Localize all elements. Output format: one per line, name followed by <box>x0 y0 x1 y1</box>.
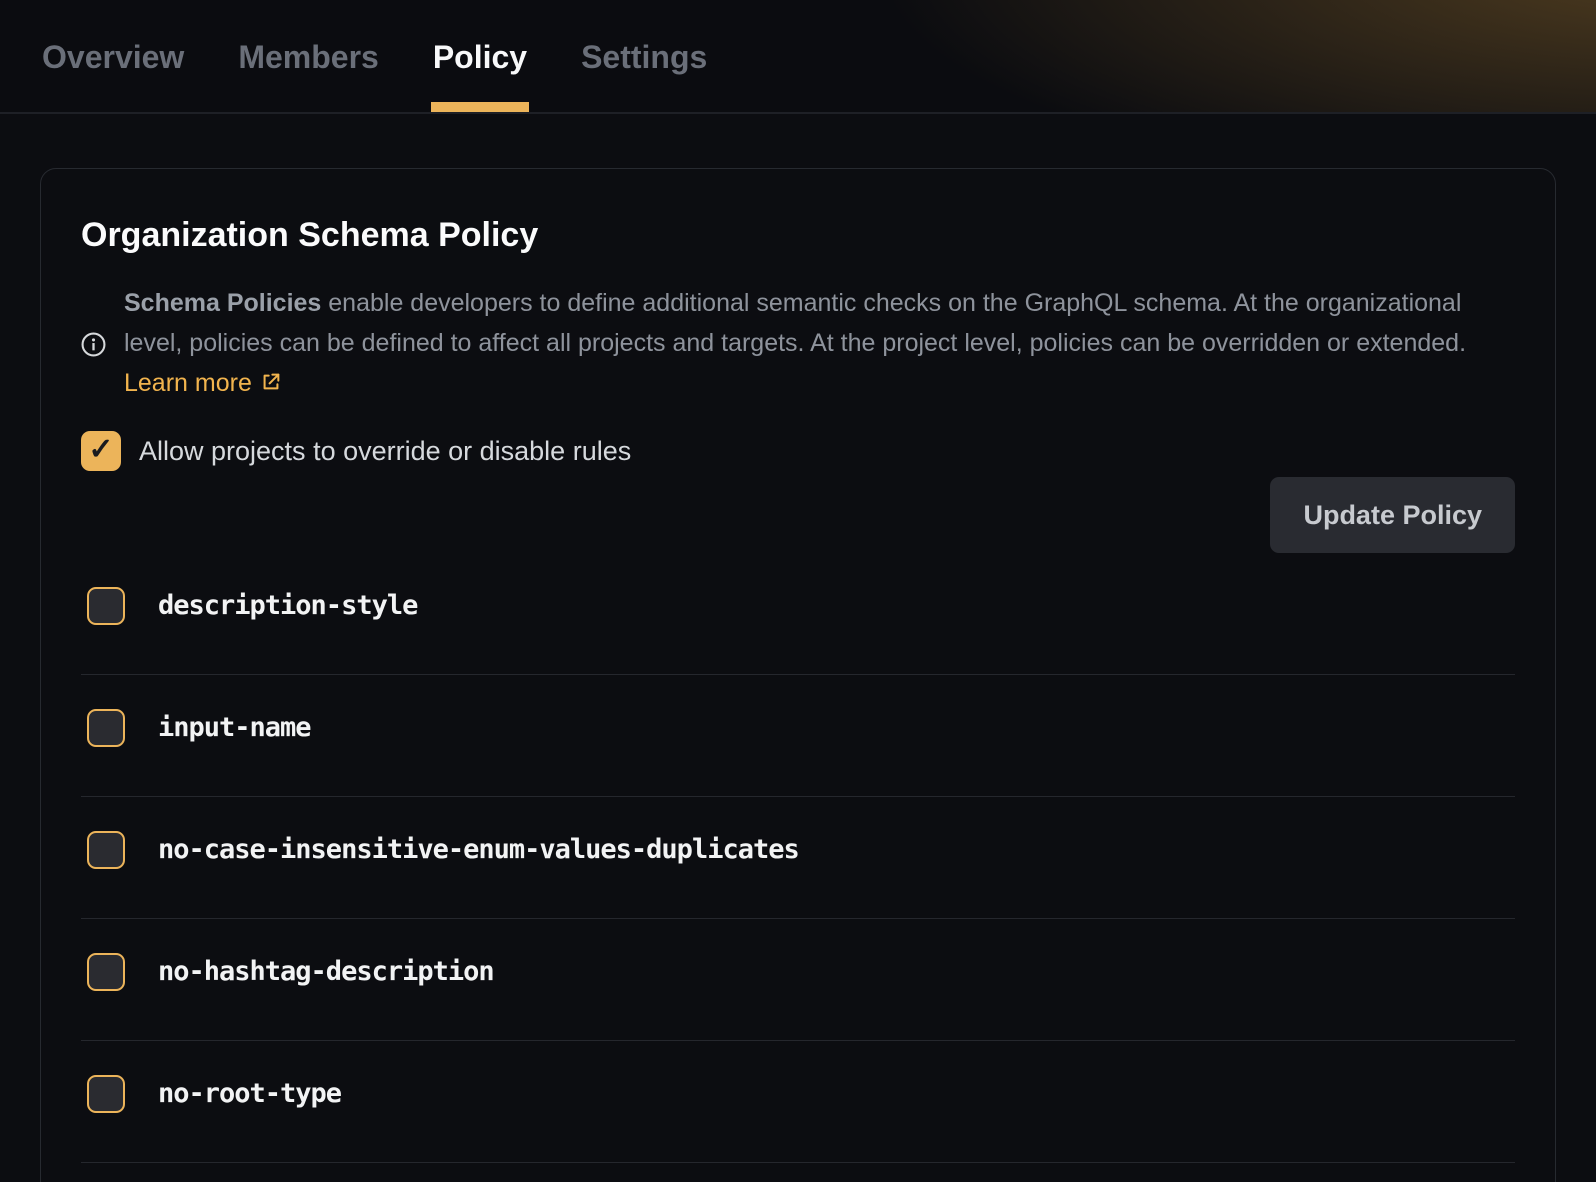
rule-row: no-hashtag-description <box>81 919 1515 1041</box>
info-text-body: enable developers to define additional s… <box>124 289 1466 357</box>
rule-checkbox[interactable] <box>87 1075 125 1113</box>
rule-row: input-name <box>81 675 1515 797</box>
rules-list: description-style input-name no-case-ins… <box>81 553 1515 1163</box>
rule-row: no-root-type <box>81 1041 1515 1163</box>
rule-checkbox[interactable] <box>87 587 125 625</box>
rule-checkbox[interactable] <box>87 709 125 747</box>
tab-members[interactable]: Members <box>238 0 379 112</box>
rule-checkbox[interactable] <box>87 831 125 869</box>
update-policy-button[interactable]: Update Policy <box>1270 477 1515 553</box>
schema-policy-card: Organization Schema Policy Schema Polici… <box>40 168 1556 1182</box>
rule-name: no-case-insensitive-enum-values-duplicat… <box>158 834 799 865</box>
info-note: Schema Policies enable developers to def… <box>81 283 1515 405</box>
allow-override-row: ✓ Allow projects to override or disable … <box>81 431 1515 471</box>
button-row: Update Policy <box>81 477 1515 553</box>
learn-more-label: Learn more <box>124 369 252 397</box>
tab-settings[interactable]: Settings <box>581 0 707 112</box>
rule-name: no-hashtag-description <box>158 956 494 987</box>
allow-override-checkbox[interactable]: ✓ <box>81 431 121 471</box>
allow-override-label: Allow projects to override or disable ru… <box>139 436 631 467</box>
info-icon <box>81 332 106 357</box>
external-link-icon <box>260 365 282 405</box>
main-content: Organization Schema Policy Schema Polici… <box>0 168 1596 1182</box>
rule-checkbox[interactable] <box>87 953 125 991</box>
rule-row: no-case-insensitive-enum-values-duplicat… <box>81 797 1515 919</box>
rule-row: description-style <box>81 553 1515 675</box>
rule-name: no-root-type <box>158 1078 341 1109</box>
info-text-bold: Schema Policies <box>124 289 321 317</box>
tab-nav: Overview Members Policy Settings <box>0 0 1596 112</box>
check-icon: ✓ <box>88 435 113 465</box>
tab-bar: Overview Members Policy Settings <box>0 0 1596 114</box>
rule-name: input-name <box>158 712 311 743</box>
tab-policy[interactable]: Policy <box>433 0 527 112</box>
info-text: Schema Policies enable developers to def… <box>124 283 1496 405</box>
rule-name: description-style <box>158 590 417 621</box>
learn-more-link[interactable]: Learn more <box>124 369 282 397</box>
page-title: Organization Schema Policy <box>81 215 1515 255</box>
tab-overview[interactable]: Overview <box>42 0 184 112</box>
